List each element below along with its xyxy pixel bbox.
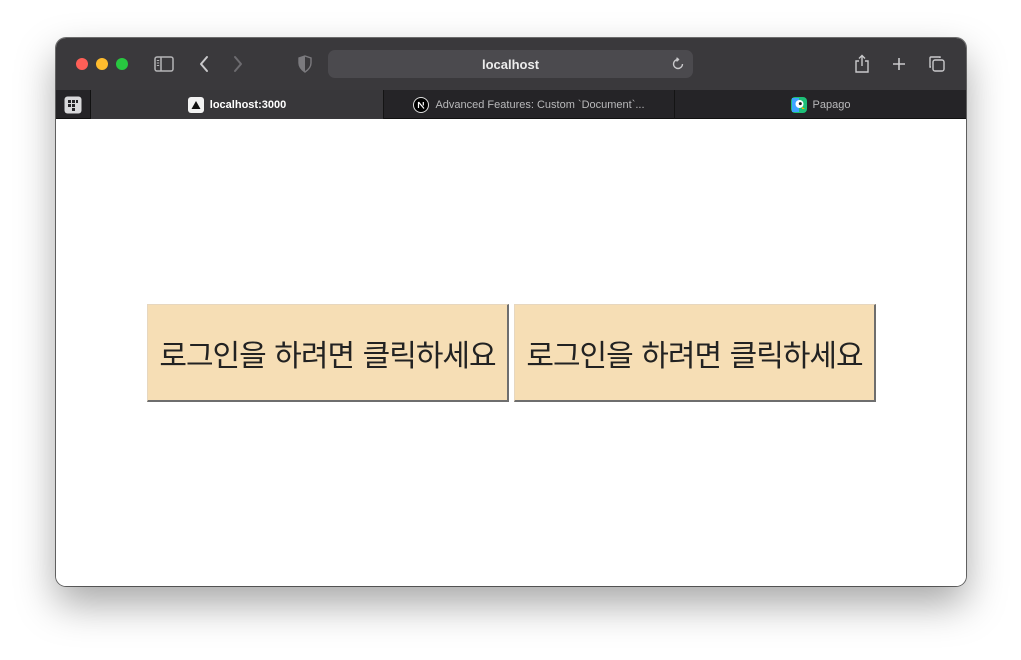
tab-nextjs-docs[interactable]: Advanced Features: Custom `Document`...	[384, 90, 675, 119]
address-bar[interactable]: localhost	[328, 50, 693, 78]
maximize-window-button[interactable]	[116, 58, 128, 70]
share-icon[interactable]	[853, 52, 871, 76]
minimize-window-button[interactable]	[96, 58, 108, 70]
tab-label: Advanced Features: Custom `Document`...	[435, 98, 645, 111]
address-text: localhost	[481, 56, 540, 72]
tab-overview-icon[interactable]	[927, 52, 947, 76]
triangle-icon	[187, 96, 204, 113]
back-icon[interactable]	[196, 52, 212, 76]
tab-localhost[interactable]: localhost:3000	[91, 90, 384, 119]
login-button[interactable]: 로그인을 하려면 클릭하세요	[147, 304, 509, 402]
tab-label: localhost:3000	[209, 98, 287, 111]
reload-icon[interactable]	[671, 56, 685, 75]
forward-icon[interactable]	[230, 52, 246, 76]
close-window-button[interactable]	[76, 58, 88, 70]
page-content: 로그인을 하려면 클릭하세요 로그인을 하려면 클릭하세요	[56, 119, 966, 586]
sidebar-toggle-icon[interactable]	[153, 52, 175, 76]
nextjs-icon	[413, 96, 430, 113]
tab-group-icon	[64, 96, 82, 113]
login-button[interactable]: 로그인을 하려면 클릭하세요	[514, 304, 876, 402]
papago-icon	[790, 96, 807, 113]
tab-papago[interactable]: Papago	[675, 90, 966, 119]
new-tab-icon[interactable]	[890, 52, 908, 76]
tab-label: Papago	[812, 98, 851, 111]
privacy-shield-icon[interactable]	[297, 52, 313, 76]
browser-window: localhost localhost:3000 Advanced Featur…	[56, 38, 966, 586]
tab-group-button[interactable]	[56, 90, 91, 119]
tab-bar: localhost:3000 Advanced Features: Custom…	[56, 90, 966, 119]
toolbar: localhost	[56, 38, 966, 90]
